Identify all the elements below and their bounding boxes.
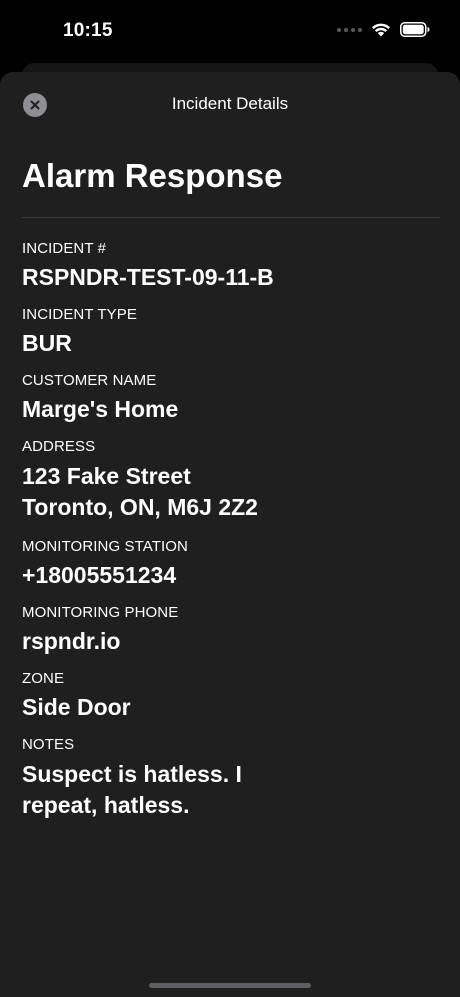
home-indicator[interactable] xyxy=(149,983,311,988)
field-label: NOTES xyxy=(22,736,75,753)
sheet-header: Incident Details xyxy=(0,72,460,136)
field-label: INCIDENT TYPE xyxy=(22,306,137,323)
cellular-signal-icon xyxy=(337,27,362,32)
field-incident-type: INCIDENT TYPE BUR xyxy=(22,305,440,357)
field-label: MONITORING PHONE xyxy=(22,604,179,621)
divider xyxy=(22,217,440,218)
field-monitoring-station: MONITORING STATION +18005551234 xyxy=(22,537,440,589)
field-value: +18005551234 xyxy=(22,562,177,588)
sheet-title: Incident Details xyxy=(171,94,289,113)
status-bar: 10:15 xyxy=(0,0,460,60)
battery-icon xyxy=(400,22,430,37)
field-value: RSPNDR-TEST-09-11-B xyxy=(22,264,274,290)
field-customer-name: CUSTOMER NAME Marge's Home xyxy=(22,371,440,423)
field-value: 123 Fake Street Toronto, ON, M6J 2Z2 xyxy=(22,463,258,520)
page-title: Alarm Response xyxy=(22,157,283,194)
field-monitoring-phone: MONITORING PHONE rspndr.io xyxy=(22,603,440,655)
field-notes: NOTES Suspect is hatless. I repeat, hatl… xyxy=(22,735,440,821)
incident-fields: INCIDENT # RSPNDR-TEST-09-11-B INCIDENT … xyxy=(22,239,440,835)
field-label: ADDRESS xyxy=(22,438,96,455)
field-address: ADDRESS 123 Fake Street Toronto, ON, M6J… xyxy=(22,437,440,523)
field-value: BUR xyxy=(22,330,72,356)
field-label: MONITORING STATION xyxy=(22,538,188,555)
field-value: rspndr.io xyxy=(22,628,121,654)
status-time: 10:15 xyxy=(63,20,113,41)
field-value: Side Door xyxy=(22,694,131,720)
field-zone: ZONE Side Door xyxy=(22,669,440,721)
field-label: ZONE xyxy=(22,670,65,687)
field-label: CUSTOMER NAME xyxy=(22,372,157,389)
field-value: Suspect is hatless. I repeat, hatless. xyxy=(22,761,242,818)
wifi-icon xyxy=(372,23,390,37)
field-value: Marge's Home xyxy=(22,396,179,422)
field-label: INCIDENT # xyxy=(22,240,107,257)
incident-details-sheet: Incident Details Alarm Response INCIDENT… xyxy=(0,72,460,997)
status-icons xyxy=(337,22,430,37)
field-incident-number: INCIDENT # RSPNDR-TEST-09-11-B xyxy=(22,239,440,291)
